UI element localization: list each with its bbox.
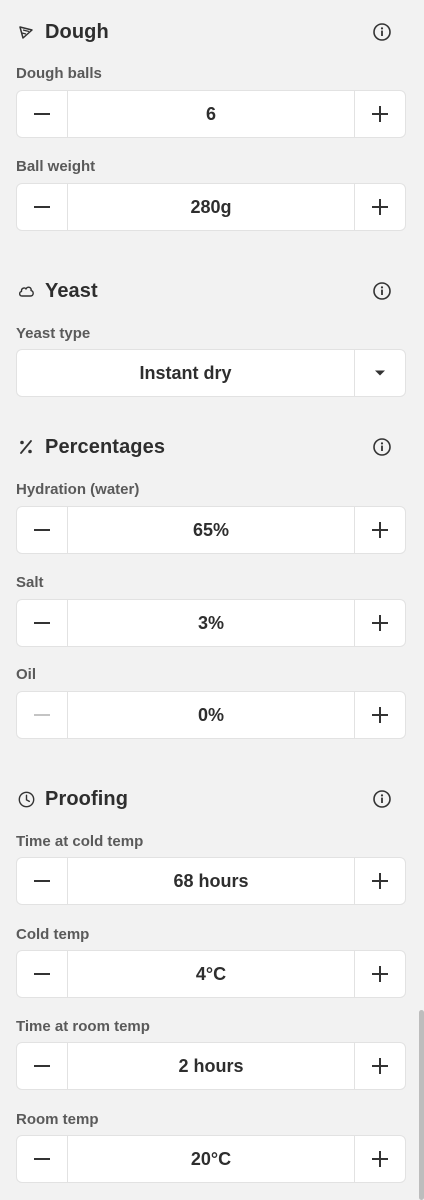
time-cold-field: Time at cold temp 68 hours <box>16 832 408 905</box>
field-label: Room temp <box>16 1111 99 1128</box>
plus-icon <box>372 615 388 631</box>
percentages-info-icon[interactable] <box>372 437 392 457</box>
field-label: Yeast type <box>16 325 91 342</box>
minus-icon <box>34 973 50 975</box>
decrement-button[interactable] <box>17 184 68 230</box>
yeast-cloud-icon <box>16 281 36 301</box>
decrement-button[interactable] <box>17 600 68 646</box>
select-value: Instant dry <box>139 362 232 383</box>
increment-button[interactable] <box>354 507 405 553</box>
increment-button[interactable] <box>354 692 405 738</box>
salt-field: Salt 3% <box>16 573 408 647</box>
stepper-value: 65% <box>192 519 230 540</box>
increment-button[interactable] <box>354 951 405 997</box>
plus-icon <box>372 199 388 215</box>
decrement-button[interactable] <box>17 507 68 553</box>
percentages-section: Percentages <box>16 430 408 464</box>
field-label: Time at cold temp <box>16 833 144 850</box>
plus-icon <box>372 1151 388 1167</box>
plus-icon <box>372 106 388 122</box>
decrement-button-disabled[interactable] <box>17 692 68 738</box>
plus-icon <box>372 873 388 889</box>
cold-temp-field: Cold temp 4°C <box>16 925 408 998</box>
yeast-title: Yeast <box>45 279 98 302</box>
dropdown-caret-icon[interactable] <box>354 350 405 396</box>
proofing-info-icon[interactable] <box>372 789 392 809</box>
pizza-dough-calculator-panel: Dough Dough balls 6 Ball weight 280g Yea… <box>0 0 424 1200</box>
plus-icon <box>372 966 388 982</box>
minus-icon <box>34 1065 50 1067</box>
increment-button[interactable] <box>354 1136 405 1182</box>
field-label: Oil <box>16 666 37 683</box>
salt-stepper: 3% <box>16 599 406 647</box>
plus-icon <box>372 707 388 723</box>
minus-icon <box>34 1158 50 1160</box>
stepper-value: 68 hours <box>173 870 249 891</box>
minus-icon <box>34 206 50 208</box>
yeast-type-select[interactable]: Instant dry <box>16 349 406 397</box>
increment-button[interactable] <box>354 91 405 137</box>
dough-section: Dough <box>16 15 408 49</box>
oil-field: Oil 0% <box>16 665 408 739</box>
decrement-button[interactable] <box>17 951 68 997</box>
increment-button[interactable] <box>354 184 405 230</box>
stepper-value: 20°C <box>190 1148 232 1169</box>
stepper-value: 2 hours <box>178 1055 244 1076</box>
decrement-button[interactable] <box>17 858 68 904</box>
stepper-value: 280g <box>190 196 232 217</box>
decrement-button[interactable] <box>17 1043 68 1089</box>
yeast-type-field: Yeast type Instant dry <box>16 324 408 397</box>
time-room-stepper: 2 hours <box>16 1042 406 1090</box>
increment-button[interactable] <box>354 600 405 646</box>
decrement-button[interactable] <box>17 1136 68 1182</box>
clock-icon <box>16 789 36 809</box>
cold-temp-stepper: 4°C <box>16 950 406 998</box>
room-temp-stepper: 20°C <box>16 1135 406 1183</box>
increment-button[interactable] <box>354 1043 405 1089</box>
proofing-header: Proofing <box>16 782 408 816</box>
dough-balls-stepper: 6 <box>16 90 406 138</box>
percentages-title: Percentages <box>45 435 166 458</box>
minus-icon <box>34 529 50 531</box>
field-label: Dough balls <box>16 65 102 82</box>
hydration-field: Hydration (water) 65% <box>16 480 408 554</box>
proofing-title: Proofing <box>45 787 129 810</box>
minus-icon <box>34 622 50 624</box>
increment-button[interactable] <box>354 858 405 904</box>
dough-title: Dough <box>45 20 109 43</box>
stepper-value: 0% <box>197 704 224 725</box>
yeast-section: Yeast <box>16 274 408 308</box>
dough-header: Dough <box>16 15 408 49</box>
pizza-slice-icon <box>16 22 36 42</box>
room-temp-field: Room temp 20°C <box>16 1110 408 1183</box>
stepper-value: 6 <box>205 103 216 124</box>
time-cold-stepper: 68 hours <box>16 857 406 905</box>
field-label: Cold temp <box>16 926 90 943</box>
field-label: Salt <box>16 574 44 591</box>
stepper-value: 3% <box>197 612 224 633</box>
stepper-value: 4°C <box>195 963 227 984</box>
field-label: Hydration (water) <box>16 481 140 498</box>
oil-stepper: 0% <box>16 691 406 739</box>
proofing-section: Proofing <box>16 782 408 816</box>
yeast-header: Yeast <box>16 274 408 308</box>
field-label: Ball weight <box>16 158 96 175</box>
plus-icon <box>372 522 388 538</box>
minus-icon <box>34 113 50 115</box>
plus-icon <box>372 1058 388 1074</box>
yeast-info-icon[interactable] <box>372 281 392 301</box>
vertical-scrollbar[interactable] <box>419 1010 424 1200</box>
ball-weight-stepper: 280g <box>16 183 406 231</box>
minus-icon <box>34 880 50 882</box>
field-label: Time at room temp <box>16 1018 150 1035</box>
decrement-button[interactable] <box>17 91 68 137</box>
minus-icon <box>34 714 50 716</box>
percent-icon <box>16 437 36 457</box>
dough-info-icon[interactable] <box>372 22 392 42</box>
hydration-stepper: 65% <box>16 506 406 554</box>
time-room-field: Time at room temp 2 hours <box>16 1017 408 1090</box>
percentages-header: Percentages <box>16 430 408 464</box>
dough-balls-field: Dough balls 6 <box>16 64 408 138</box>
ball-weight-field: Ball weight 280g <box>16 157 408 231</box>
